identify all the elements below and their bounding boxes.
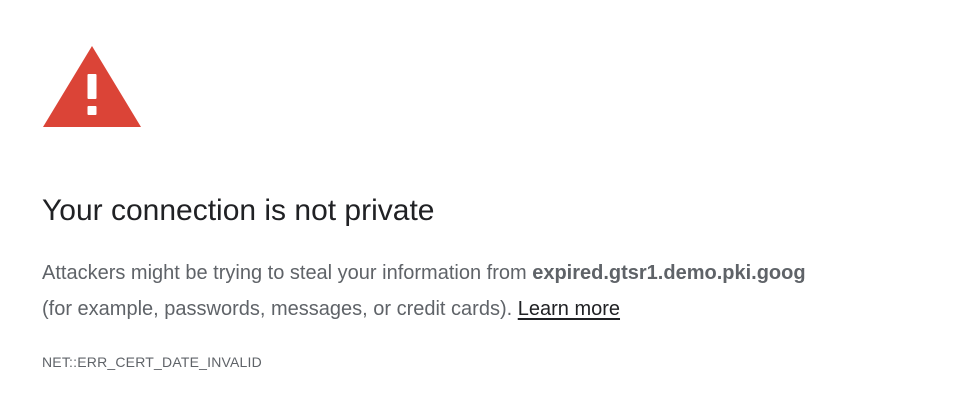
hostname: expired.gtsr1.demo.pki.goog [532, 262, 806, 284]
main-message: Attackers might be trying to steal your … [42, 255, 942, 327]
message-suffix: (for example, passwords, messages, or cr… [42, 298, 513, 320]
message-line-1: Attackers might be trying to steal your … [42, 255, 942, 291]
learn-more-link[interactable]: Learn more [518, 298, 620, 320]
message-prefix: Attackers might be trying to steal your … [42, 262, 533, 284]
warning-triangle-icon [42, 44, 142, 128]
main-heading: Your connection is not private [42, 194, 435, 227]
message-line-2: (for example, passwords, messages, or cr… [42, 291, 942, 327]
interstitial-wrapper: Your connection is not private Attackers… [42, 0, 942, 420]
error-code: NET::ERR_CERT_DATE_INVALID [42, 354, 262, 370]
